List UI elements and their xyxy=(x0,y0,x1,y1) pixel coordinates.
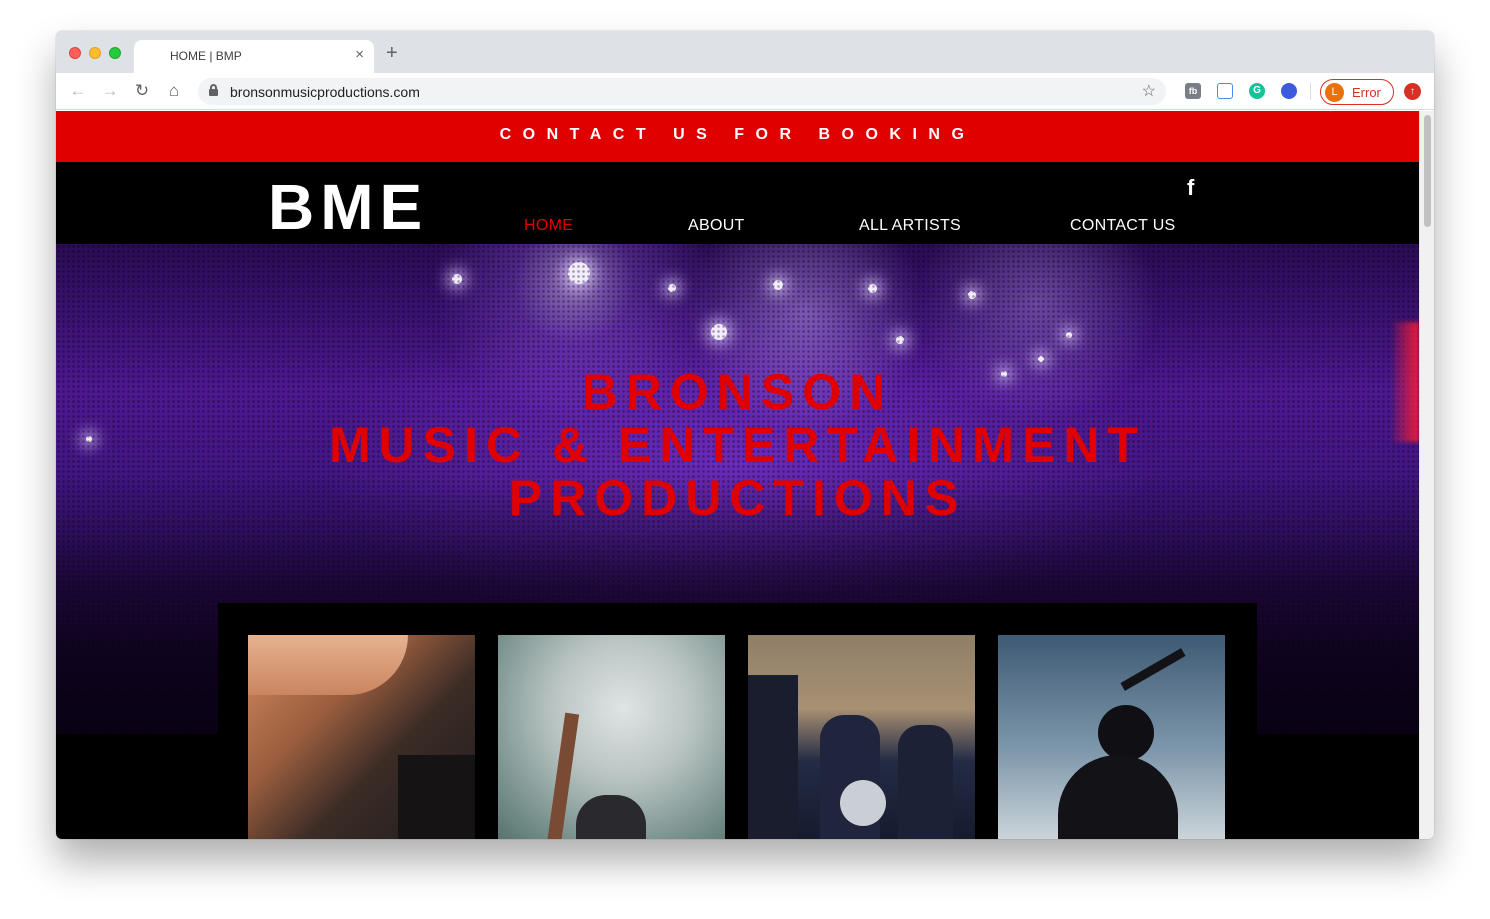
web-page: CONTACT US FOR BOOKING BME f HOME ABOUT … xyxy=(56,111,1419,839)
url-text[interactable]: bronsonmusicproductions.com xyxy=(230,84,420,100)
minimize-window-button[interactable] xyxy=(89,47,101,59)
hero-title-line-1: BRONSON xyxy=(581,364,894,420)
avatar: L xyxy=(1325,83,1344,102)
close-window-button[interactable] xyxy=(69,47,81,59)
scrollbar-thumb[interactable] xyxy=(1424,115,1431,227)
tab-title: HOME | BMP xyxy=(170,49,242,63)
hero-title: BRONSON MUSIC & ENTERTAINMENT PRODUCTION… xyxy=(56,366,1419,525)
home-button[interactable]: ⌂ xyxy=(164,81,184,101)
new-tab-button[interactable]: + xyxy=(386,43,398,63)
lock-icon xyxy=(209,84,218,96)
dancer-silhouette-photo[interactable] xyxy=(998,635,1225,839)
tab-home[interactable]: HOME | BMP × xyxy=(134,40,374,73)
browser-window: HOME | BMP × + ← → ↻ ⌂ bronsonmusicprodu… xyxy=(56,31,1434,839)
tab-strip: HOME | BMP × + xyxy=(56,31,1434,73)
site-header: BME f HOME ABOUT ALL ARTISTS CONTACT US xyxy=(56,162,1419,244)
artist-cards xyxy=(218,603,1257,839)
close-tab-icon[interactable]: × xyxy=(355,46,364,63)
grammarly-icon[interactable]: G xyxy=(1249,83,1265,99)
forward-button[interactable]: → xyxy=(100,81,120,101)
drummers-photo[interactable] xyxy=(748,635,975,839)
booking-banner-text[interactable]: CONTACT US FOR BOOKING xyxy=(500,126,976,144)
nav-all-artists[interactable]: ALL ARTISTS xyxy=(859,217,961,235)
nav-contact-us[interactable]: CONTACT US xyxy=(1070,217,1176,235)
facebook-icon[interactable]: f xyxy=(1187,175,1194,201)
crowd-hand-photo[interactable] xyxy=(498,635,725,839)
address-bar[interactable]: bronsonmusicproductions.com ☆ xyxy=(198,78,1166,105)
page-scrollbar[interactable] xyxy=(1419,111,1434,839)
maximize-window-button[interactable] xyxy=(109,47,121,59)
nav-about[interactable]: ABOUT xyxy=(688,217,745,235)
back-button[interactable]: ← xyxy=(68,81,88,101)
hero-title-line-3: PRODUCTIONS xyxy=(508,470,967,526)
profile-status: Error xyxy=(1352,85,1381,100)
fb-extension-icon[interactable]: fb xyxy=(1185,83,1201,99)
browser-toolbar: ← → ↻ ⌂ bronsonmusicproductions.com ☆ fb… xyxy=(56,73,1434,110)
update-icon[interactable]: ↑ xyxy=(1404,83,1421,100)
vpn-extension-icon[interactable] xyxy=(1281,83,1297,99)
toolbar-divider xyxy=(1310,83,1311,100)
profile-button[interactable]: L Error xyxy=(1320,79,1394,105)
site-logo[interactable]: BME xyxy=(268,175,428,239)
nav-home[interactable]: HOME xyxy=(524,217,573,235)
booking-banner[interactable]: CONTACT US FOR BOOKING xyxy=(56,111,1419,162)
reload-button[interactable]: ↻ xyxy=(132,81,152,101)
docs-extension-icon[interactable] xyxy=(1217,83,1233,99)
hero-title-line-2: MUSIC & ENTERTAINMENT xyxy=(328,417,1147,473)
bookmark-star-icon[interactable]: ☆ xyxy=(1142,81,1156,101)
dj-mixer-photo[interactable] xyxy=(248,635,475,839)
